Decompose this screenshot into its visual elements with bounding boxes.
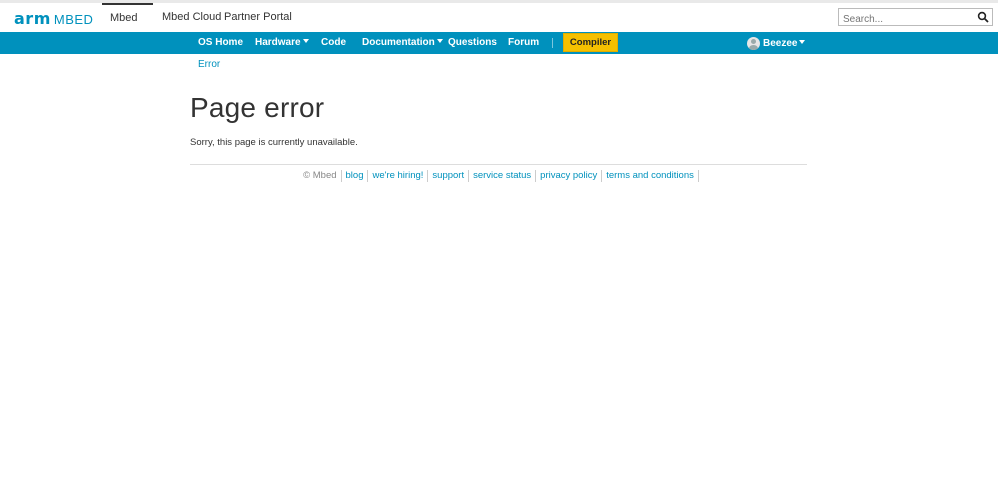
nav-questions-label: Questions bbox=[448, 37, 497, 48]
footer-link-service-status[interactable]: service status bbox=[469, 170, 537, 182]
user-name: Beezee bbox=[763, 37, 798, 49]
logo-mbed-text: MBED bbox=[53, 12, 94, 27]
footer-link-terms[interactable]: terms and conditions bbox=[602, 170, 699, 182]
nav-questions[interactable]: Questions bbox=[448, 32, 497, 54]
footer-link-support[interactable]: support bbox=[428, 170, 470, 182]
search-input[interactable] bbox=[839, 11, 977, 28]
caret-down-icon bbox=[302, 39, 309, 44]
nav-forum-label: Forum bbox=[508, 37, 540, 48]
avatar-icon bbox=[747, 36, 760, 50]
nav-code[interactable]: Code bbox=[321, 32, 346, 54]
footer: © Mbed blog we're hiring! support service st… bbox=[0, 170, 998, 182]
nav-code-label: Code bbox=[321, 37, 346, 48]
top-header: arm MBED Mbed OS Mbed Cloud Partner Port… bbox=[0, 3, 998, 50]
nav-divider bbox=[552, 38, 553, 48]
caret-down-icon bbox=[436, 39, 443, 44]
arm-mbed-logo[interactable]: arm MBED bbox=[14, 9, 93, 28]
nav-documentation-label: Documentation bbox=[362, 37, 435, 48]
page-title: Page error bbox=[190, 92, 325, 123]
compiler-button[interactable]: Compiler bbox=[563, 33, 618, 52]
top-link-mbed-os[interactable]: Mbed OS bbox=[102, 3, 153, 50]
nav-os-home-label: OS Home bbox=[198, 37, 244, 48]
logo-arm-text: arm bbox=[14, 9, 51, 28]
footer-divider bbox=[190, 164, 807, 165]
search-icon[interactable] bbox=[977, 11, 989, 23]
top-link-partner-portal[interactable]: Partner Portal bbox=[216, 3, 300, 31]
user-menu[interactable]: Beezee bbox=[747, 32, 806, 54]
footer-link-blog[interactable]: blog bbox=[342, 170, 369, 182]
nav-hardware[interactable]: Hardware bbox=[255, 32, 309, 54]
footer-copyright: © Mbed bbox=[299, 170, 342, 182]
footer-link-privacy-policy[interactable]: privacy policy bbox=[536, 170, 603, 182]
footer-link-hiring[interactable]: we're hiring! bbox=[368, 170, 429, 182]
search-box bbox=[838, 8, 993, 28]
breadcrumb-error[interactable]: Error bbox=[198, 59, 220, 70]
nav-forum[interactable]: Forum bbox=[508, 32, 539, 54]
nav-hardware-label: Hardware bbox=[255, 37, 301, 48]
nav-os-home[interactable]: OS Home bbox=[198, 32, 243, 54]
nav-documentation[interactable]: Documentation bbox=[362, 32, 443, 54]
caret-down-icon bbox=[799, 40, 806, 44]
error-message: Sorry, this page is currently unavailabl… bbox=[190, 137, 358, 148]
main-nav-bar: OS Home Hardware Code Documentation Ques… bbox=[0, 32, 998, 54]
